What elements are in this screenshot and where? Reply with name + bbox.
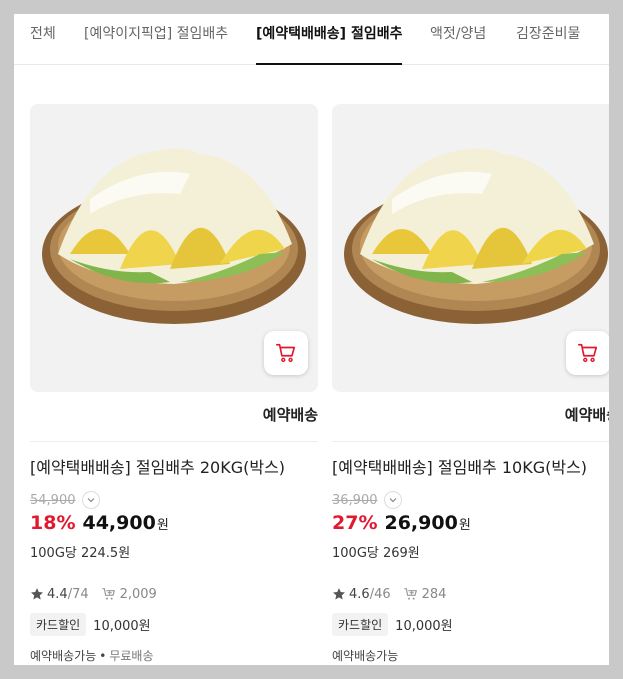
- tab-easy-pickup[interactable]: [예약이지픽업] 절임배추: [84, 14, 228, 65]
- review-count: /46: [369, 586, 391, 602]
- delivery-tag: 예약배송: [30, 392, 318, 442]
- original-price: 36,900: [332, 492, 378, 508]
- product-image[interactable]: [30, 104, 318, 392]
- product-image[interactable]: [332, 104, 609, 392]
- review-count: /74: [67, 586, 89, 602]
- shipping-info: 예약배송가능 • 무료배송: [30, 649, 154, 663]
- cart-plus-icon: [101, 588, 115, 600]
- card-discount-badge: 카드할인: [30, 612, 87, 636]
- product-list-panel: 전체 [예약이지픽업] 절임배추 [예약택배배송] 절임배추 액젓/양념 김장준…: [14, 14, 609, 665]
- tab-parcel-delivery[interactable]: [예약택배배송] 절임배추: [256, 14, 403, 65]
- wishlist-stat: 284: [403, 586, 447, 602]
- add-to-cart-button[interactable]: [264, 331, 308, 375]
- discount-rate: 27%: [332, 512, 378, 534]
- wishlist-count: 2,009: [119, 586, 157, 602]
- sale-price: 26,900: [384, 512, 458, 534]
- star-icon: [333, 588, 345, 600]
- unit-price: 100G당 224.5원: [30, 546, 131, 561]
- shipping-info: 예약배송가능: [332, 647, 609, 664]
- rating-value: 4.4: [47, 586, 68, 602]
- product-title[interactable]: [예약택배배송] 절임배추 20KG(박스): [30, 456, 318, 480]
- card-discount-badge: 카드할인: [332, 612, 389, 636]
- card-discount-amount: 10,000원: [395, 618, 453, 634]
- price-detail-toggle[interactable]: [81, 491, 100, 509]
- product-card[interactable]: 예약배송 [예약택배배송] 절임배추 20KG(박스) 54,900 18% 4…: [30, 104, 318, 664]
- category-tabs: 전체 [예약이지픽업] 절임배추 [예약택배배송] 절임배추 액젓/양념 김장준…: [14, 14, 609, 65]
- card-discount-amount: 10,000원: [93, 618, 151, 634]
- wishlist-stat: 2,009: [101, 586, 157, 602]
- cart-plus-icon: [403, 588, 417, 600]
- free-shipping: 무료배송: [109, 649, 154, 663]
- cart-icon: [276, 343, 296, 363]
- add-to-cart-button[interactable]: [566, 331, 609, 375]
- chevron-down-icon: [389, 498, 396, 503]
- tab-all[interactable]: 전체: [30, 14, 56, 65]
- unit-price: 100G당 269원: [332, 546, 420, 561]
- product-card[interactable]: 예약배송 [예약택배배송] 절임배추 10KG(박스) 36,900 27% 2…: [332, 104, 609, 664]
- shipping-option: 예약배송가능: [30, 649, 97, 663]
- tab-kimjang-supplies[interactable]: 김장준비물: [516, 14, 580, 65]
- discount-rate: 18%: [30, 512, 76, 534]
- currency-unit: 원: [458, 518, 471, 533]
- wishlist-count: 284: [421, 586, 447, 602]
- chevron-down-icon: [87, 498, 94, 503]
- currency-unit: 원: [156, 518, 169, 533]
- price-detail-toggle[interactable]: [383, 491, 402, 509]
- delivery-tag: 예약배송: [332, 392, 609, 442]
- original-price: 54,900: [30, 492, 76, 508]
- shipping-option: 예약배송가능: [332, 649, 399, 663]
- rating-value: 4.6: [349, 586, 370, 602]
- product-title[interactable]: [예약택배배송] 절임배추 10KG(박스): [332, 456, 609, 480]
- star-icon: [31, 588, 43, 600]
- sale-price: 44,900: [82, 512, 156, 534]
- tab-sauce[interactable]: 액젓/양념: [430, 14, 486, 65]
- cart-icon: [578, 343, 598, 363]
